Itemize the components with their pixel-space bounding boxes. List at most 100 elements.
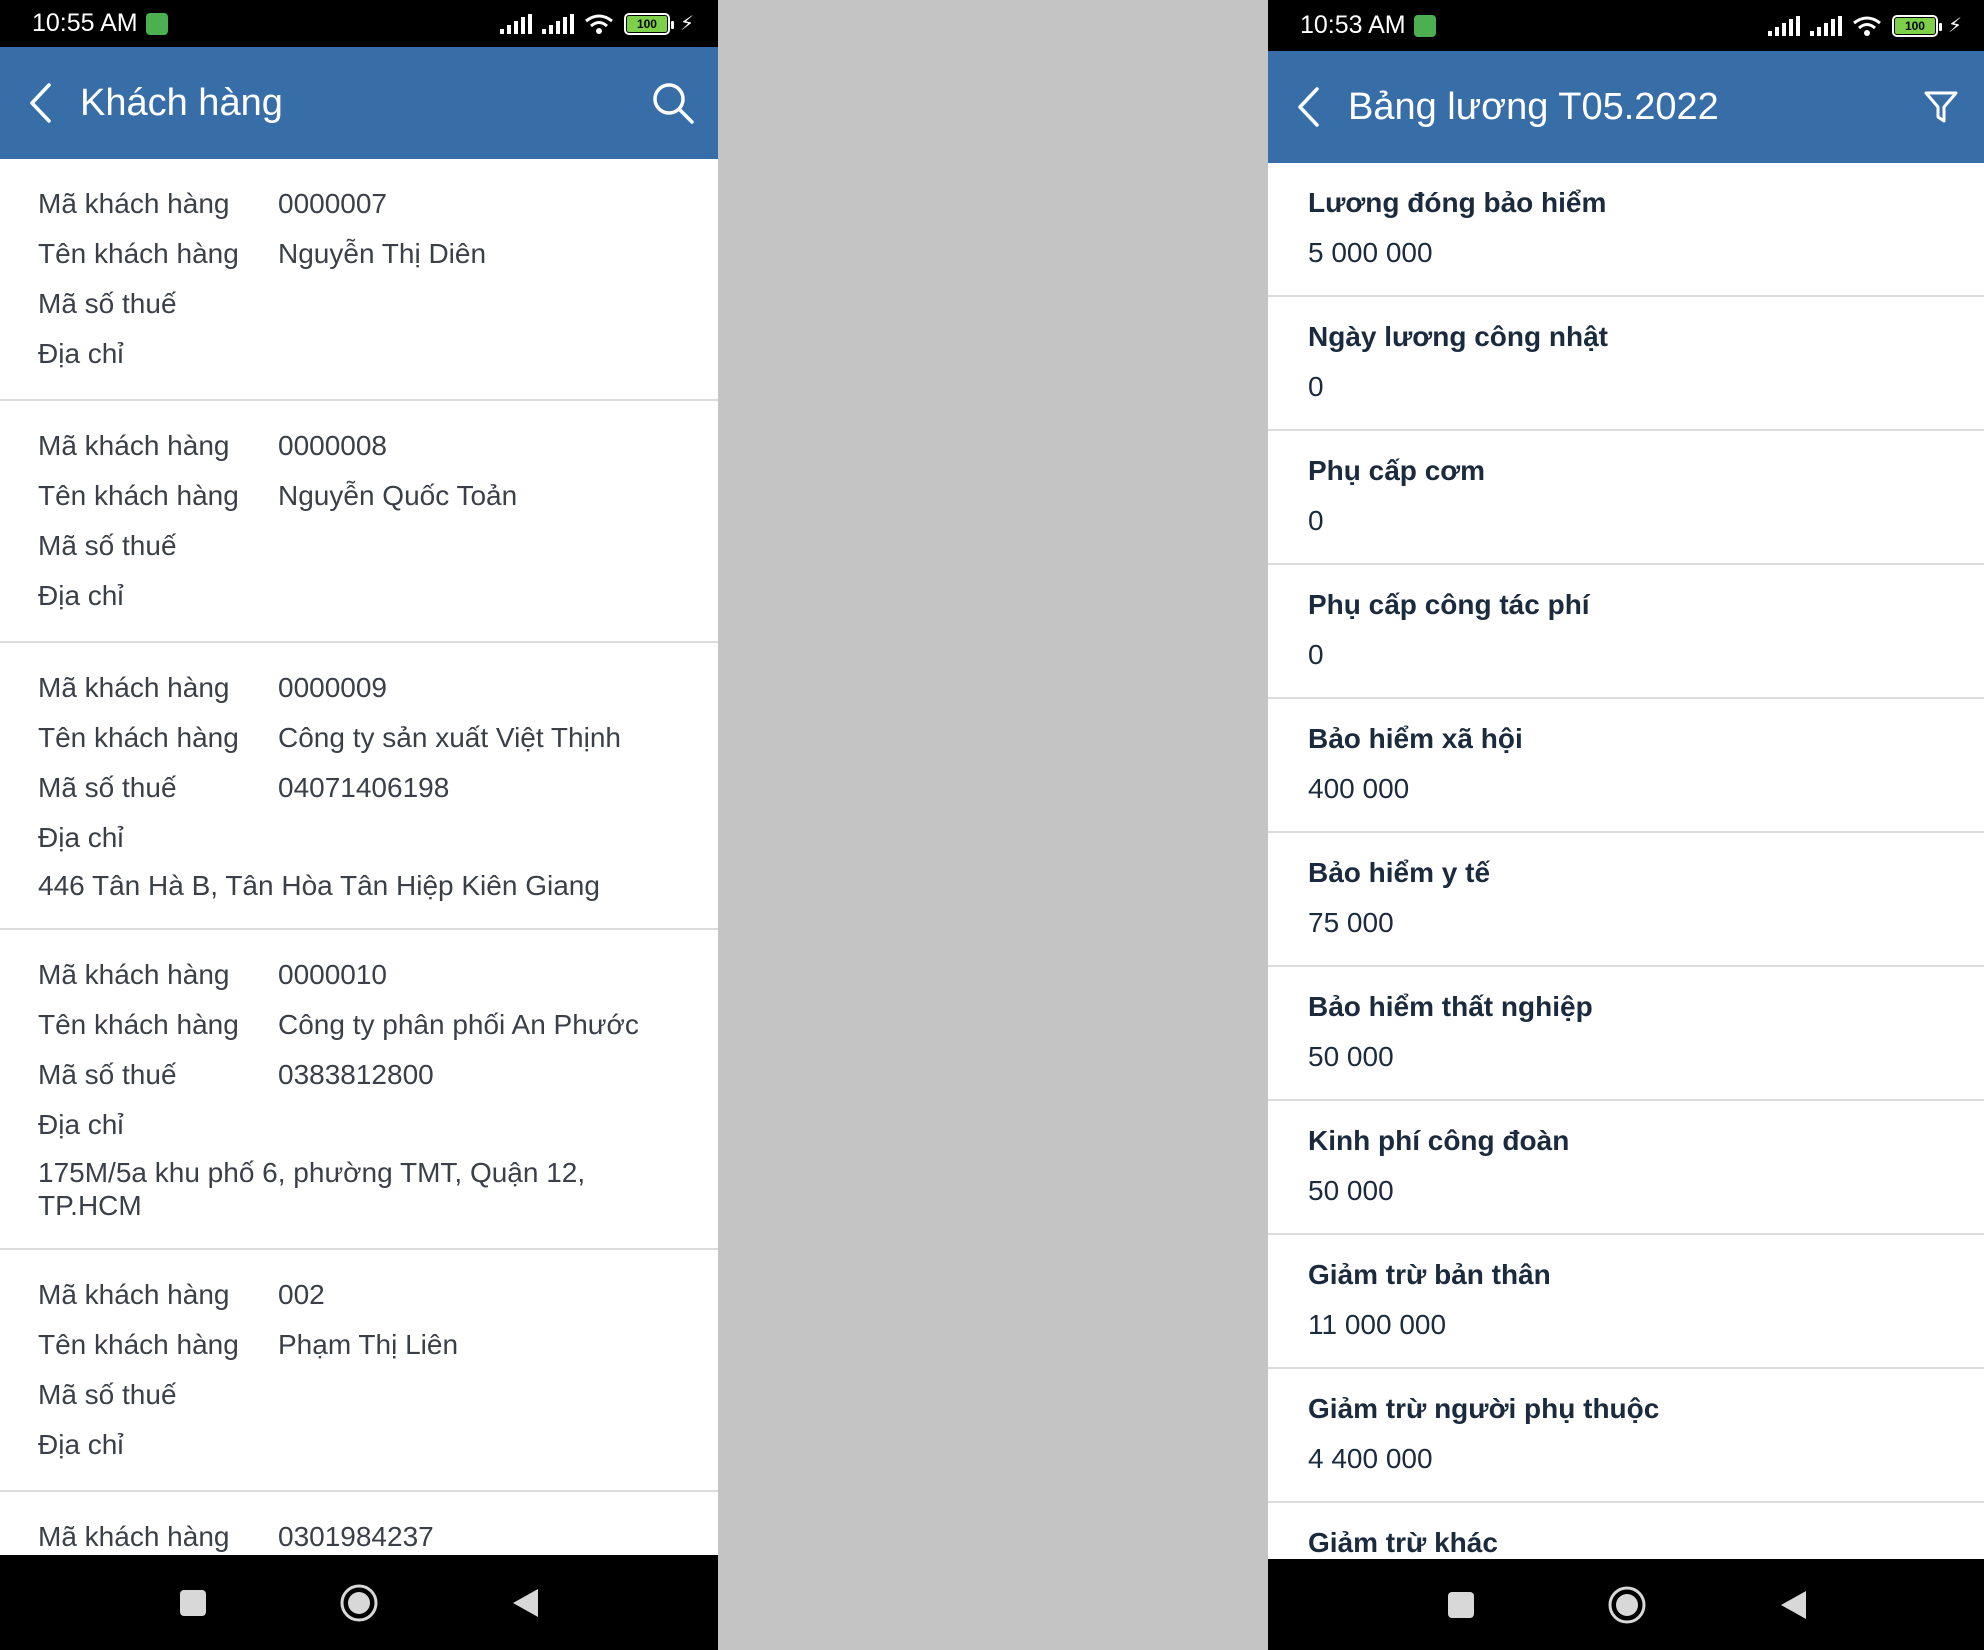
circle-icon	[1608, 1586, 1646, 1623]
back-button[interactable]	[1268, 51, 1348, 163]
home-button[interactable]	[276, 1555, 442, 1650]
name-label: Tên khách hàng	[38, 238, 239, 269]
charging-icon: ⚡	[679, 13, 694, 35]
battery-icon: 100	[1891, 14, 1942, 37]
customer-name: Nguyễn Quốc Toản	[278, 480, 518, 511]
back-button[interactable]	[0, 47, 80, 159]
tax-label: Mã số thuế	[38, 1379, 177, 1410]
payroll-item-label: Phụ cấp công tác phí	[1308, 589, 1590, 620]
payroll-item: Bảo hiểm thất nghiệp 50 000	[1268, 967, 1984, 1101]
customer-code: 0000007	[278, 188, 388, 219]
address-label: Địa chỉ	[38, 1109, 124, 1140]
customer-card[interactable]: Mã khách hàng 0000007 Tên khách hàng Nguyễ…	[0, 159, 718, 401]
customer-list: Mã khách hàng 0000007 Tên khách hàng Nguyễ…	[0, 159, 718, 1555]
signal-icon	[1809, 15, 1842, 36]
payroll-item-label: Giảm trừ người phụ thuộc	[1308, 1393, 1660, 1424]
app-bar: Bảng lương T05.2022	[1268, 51, 1984, 163]
payroll-item-label: Kinh phí công đoàn	[1308, 1125, 1570, 1156]
charging-icon: ⚡	[1947, 15, 1962, 37]
name-label: Tên khách hàng	[38, 1009, 239, 1040]
customer-code: 0000008	[278, 430, 388, 461]
payroll-item: Bảo hiểm y tế 75 000	[1268, 833, 1984, 967]
status-bar: 10:53 AM 100 ⚡	[1268, 0, 1984, 51]
customer-name: Công ty phân phối An Phước	[278, 1009, 639, 1040]
customer-card[interactable]: Mã khách hàng 0000010 Tên khách hàng Công …	[0, 930, 718, 1250]
tax-label: Mã số thuế	[38, 288, 177, 319]
payroll-item: Lương đóng bảo hiểm 5 000 000	[1268, 163, 1984, 297]
payroll-item-value: 11 000 000	[1308, 1309, 1447, 1340]
customer-card[interactable]: Mã khách hàng0301984237 Tên khách hàng	[0, 1492, 718, 1555]
back-nav-button[interactable]	[442, 1555, 608, 1650]
payroll-item: Phụ cấp cơm 0	[1268, 431, 1984, 565]
screenshot-composite: 10:55 AM 100 ⚡ Khách hàng Mã khách hàng …	[0, 0, 1984, 1650]
customer-tax: 0383812800	[278, 1059, 434, 1090]
payroll-item-value: 4 400 000	[1308, 1443, 1433, 1474]
address-label: Địa chỉ	[38, 338, 124, 369]
payroll-item-value: 75 000	[1308, 907, 1394, 938]
payroll-item-value: 0	[1308, 505, 1324, 536]
system-nav-bar	[1268, 1559, 1984, 1650]
code-label: Mã khách hàng	[38, 1521, 230, 1552]
tax-label: Mã số thuế	[38, 1059, 177, 1090]
recents-button[interactable]	[110, 1555, 276, 1650]
tax-label: Mã số thuế	[38, 530, 177, 561]
code-label: Mã khách hàng	[38, 672, 230, 703]
payroll-item-value: 400 000	[1308, 773, 1410, 804]
customer-card[interactable]: Mã khách hàng 0000008 Tên khách hàng Nguyễ…	[0, 401, 718, 643]
square-icon	[1448, 1591, 1474, 1618]
payroll-item: Bảo hiểm xã hội 400 000	[1268, 699, 1984, 833]
triangle-back-icon	[513, 1588, 538, 1617]
code-label: Mã khách hàng	[38, 1279, 230, 1310]
payroll-item-value: 0	[1308, 639, 1324, 670]
wifi-icon	[585, 14, 613, 34]
customer-card[interactable]: Mã khách hàng 002 Tên khách hàng Phạm Thị …	[0, 1250, 718, 1492]
payroll-item-label: Bảo hiểm thất nghiệp	[1308, 991, 1593, 1022]
customer-name: Công ty sản xuất Việt Thịnh	[278, 722, 621, 753]
customer-address: 175M/5a khu phố 6, phường TMT, Quận 12, …	[38, 1157, 586, 1221]
name-label: Tên khách hàng	[38, 722, 239, 753]
customer-tax: 04071406198	[278, 772, 450, 803]
name-label: Tên khách hàng	[38, 480, 239, 511]
customer-name: Phạm Thị Liên	[278, 1329, 459, 1360]
status-bar: 10:55 AM 100 ⚡	[0, 0, 718, 47]
wifi-icon	[1853, 16, 1881, 36]
signal-icon	[499, 13, 532, 34]
code-label: Mã khách hàng	[38, 430, 230, 461]
code-label: Mã khách hàng	[38, 188, 230, 219]
circle-icon	[340, 1584, 378, 1621]
customer-code: 002	[278, 1279, 325, 1310]
payroll-item-label: Giảm trừ khác	[1308, 1527, 1498, 1558]
payroll-item-label: Lương đóng bảo hiểm	[1308, 187, 1607, 218]
recents-button[interactable]	[1378, 1559, 1544, 1650]
customer-code: 0000010	[278, 959, 388, 990]
square-icon	[180, 1589, 206, 1616]
customer-list-screen: 10:55 AM 100 ⚡ Khách hàng Mã khách hàng …	[0, 0, 718, 1650]
signal-icon	[1767, 15, 1800, 36]
customer-name: Nguyễn Thị Diên	[278, 238, 487, 269]
filter-icon	[1924, 91, 1958, 123]
payroll-item-label: Ngày lương công nhật	[1308, 321, 1608, 352]
signal-icon	[541, 13, 574, 34]
payroll-item-value: 50 000	[1308, 1041, 1394, 1072]
customer-address: 446 Tân Hà B, Tân Hòa Tân Hiệp Kiên Gian…	[38, 870, 600, 901]
address-label: Địa chỉ	[38, 822, 124, 853]
customer-card[interactable]: Mã khách hàng 0000009 Tên khách hàng Công …	[0, 643, 718, 930]
battery-icon: 100	[623, 12, 674, 35]
payroll-item-label: Phụ cấp cơm	[1308, 455, 1486, 486]
status-time: 10:55 AM	[32, 9, 138, 37]
app-notification-icon	[145, 12, 168, 35]
payroll-screen: 10:53 AM 100 ⚡ Bảng lương T05.2022 Lương…	[1268, 0, 1984, 1650]
name-label: Tên khách hàng	[38, 1329, 239, 1360]
back-nav-button[interactable]	[1710, 1559, 1876, 1650]
page-title: Khách hàng	[80, 81, 283, 124]
payroll-item-value: 0	[1308, 371, 1324, 402]
search-button[interactable]	[628, 47, 718, 159]
tax-label: Mã số thuế	[38, 772, 177, 803]
address-label: Địa chỉ	[38, 1429, 124, 1460]
filter-button[interactable]	[1896, 51, 1984, 163]
payroll-list: Lương đóng bảo hiểm 5 000 000 Ngày lương …	[1268, 163, 1984, 1559]
home-button[interactable]	[1544, 1559, 1710, 1650]
customer-code: 0000009	[278, 672, 388, 703]
payroll-item: Phụ cấp công tác phí 0	[1268, 565, 1984, 699]
address-label: Địa chỉ	[38, 580, 124, 611]
